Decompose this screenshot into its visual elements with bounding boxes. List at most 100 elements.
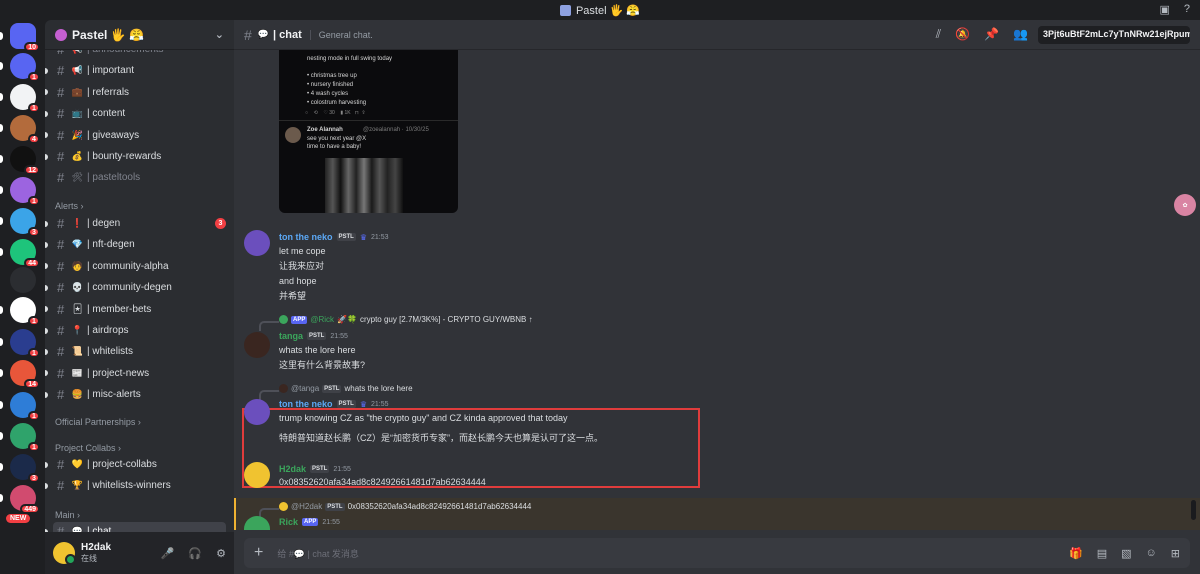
channel-category[interactable]: Official Partnerships › — [55, 417, 141, 427]
reply-author[interactable]: @tanga — [291, 384, 319, 393]
threads-icon[interactable]: ⫽ — [936, 27, 941, 42]
author-name[interactable]: ton the neko — [279, 232, 333, 242]
avatar[interactable] — [244, 462, 270, 488]
members-icon[interactable]: 👥 — [1013, 27, 1028, 42]
server-icon[interactable]: 1 — [0, 329, 40, 358]
gif-icon[interactable]: ▤ — [1097, 547, 1107, 560]
channel-topic[interactable]: General chat. — [309, 29, 373, 40]
avatar[interactable] — [244, 399, 270, 425]
avatar[interactable] — [244, 230, 270, 256]
reply-preview[interactable]: @tanga PSTL whats the lore here — [259, 384, 413, 400]
sticker-icon[interactable]: ▧ — [1121, 547, 1131, 560]
channel-item[interactable]: # 📍 | airdrops — [45, 321, 226, 340]
server-icon[interactable]: 1 — [0, 84, 40, 113]
search-input[interactable]: 3Pjt6uBtF2mLc7yTnNRw21ejRpump — [1038, 25, 1190, 44]
server-icon[interactable]: 14 — [0, 360, 40, 389]
mention-badge: 3 — [215, 218, 226, 229]
channel-item[interactable]: #📢| announcements — [53, 50, 226, 59]
message-composer[interactable]: + 给 #💬 | chat 发消息 🎁 ▤ ▧ ☺ ⊞ — [244, 538, 1190, 568]
server-icon[interactable]: 44 — [0, 239, 40, 268]
unread-pip — [45, 241, 48, 248]
unread-pip — [45, 132, 48, 139]
embed-bullet: • nursery finished — [307, 82, 354, 88]
channel-item[interactable]: # 📢 | important — [45, 61, 226, 80]
server-icon[interactable]: 1 — [0, 392, 40, 421]
inbox-icon[interactable]: ▣ — [1159, 3, 1169, 16]
gear-icon[interactable]: ⚙ — [216, 547, 226, 560]
channel-item[interactable]: # 📺 | content — [45, 104, 226, 123]
author-name[interactable]: tanga — [279, 331, 303, 341]
headphones-icon[interactable]: 🎧 — [188, 547, 202, 560]
channel-name: | nft-degen — [87, 239, 135, 251]
server-icon[interactable]: 449 — [0, 485, 40, 514]
channel-item[interactable]: # 💼 | referrals — [45, 83, 226, 102]
mention-badge: 14 — [24, 379, 40, 389]
channel-item[interactable]: # ❗ | degen 3 — [45, 214, 226, 233]
mic-muted-icon[interactable]: 🎤 — [161, 547, 175, 560]
guild-header[interactable]: Pastel 🖐 😤 ⌄ — [45, 20, 234, 50]
mention-badge: 1 — [28, 196, 40, 206]
server-icon[interactable]: 1 — [0, 423, 40, 452]
channel-item[interactable]: # 💎 | nft-degen — [45, 235, 226, 254]
channel-item[interactable]: # 💀 | community-degen — [45, 278, 226, 297]
emoji-icon[interactable]: ☺ — [1146, 547, 1157, 560]
avatar[interactable] — [244, 332, 270, 358]
pin-icon[interactable]: 📌 — [984, 27, 999, 42]
channel-item[interactable]: # 💰 | bounty-rewards — [45, 147, 226, 166]
channel-category[interactable]: Alerts › — [55, 201, 84, 211]
chevron-down-icon[interactable]: ⌄ — [215, 28, 224, 41]
server-icon[interactable]: 12 — [0, 146, 40, 175]
reply-preview[interactable]: APP @Rick 🚀🍀 crypto guy [2.7M/3K%] - CRY… — [259, 315, 533, 331]
guild-tag-badge[interactable]: PSTL — [336, 233, 356, 241]
server-icon[interactable]: 3 — [0, 208, 40, 237]
reply-preview[interactable]: @H2dak PSTL 0x08352620afa34ad8c824926614… — [258, 502, 531, 518]
apps-icon[interactable]: ⊞ — [1171, 547, 1180, 560]
hashtag-icon: # — [57, 478, 65, 494]
reply-author[interactable]: @Rick — [310, 315, 334, 324]
embedded-image[interactable]: nesting mode in full swing today • chris… — [279, 50, 458, 213]
channel-item[interactable]: # 🎉 | giveaways — [45, 126, 226, 145]
gift-icon[interactable]: 🎁 — [1069, 547, 1083, 560]
author-name[interactable]: H2dak — [279, 464, 306, 474]
help-icon[interactable]: ? — [1184, 3, 1190, 16]
add-attachment-icon[interactable]: + — [254, 544, 263, 562]
server-icon[interactable]: 1 — [0, 297, 40, 326]
avatar[interactable] — [53, 542, 76, 565]
channel-item[interactable]: # 🛠 | pasteltools — [53, 168, 226, 187]
channel-item[interactable]: # 🃏 | member-bets — [45, 300, 226, 319]
scrollbar-thumb[interactable] — [1191, 500, 1196, 520]
server-icon[interactable]: 1 — [0, 53, 40, 82]
reply-author[interactable]: @H2dak — [291, 502, 322, 511]
channel-name: | airdrops — [87, 325, 129, 336]
server-icon[interactable]: 10 — [0, 23, 40, 52]
channel-emoji-icon: 🎉 — [71, 129, 84, 140]
embed-actions: ○ ⟲ ♡ 30 ▮ 1K ⊓ ⇪ — [305, 110, 366, 116]
notification-bell-icon[interactable]: 🔕 — [955, 27, 970, 42]
channel-emoji-icon: 🃏 — [72, 303, 83, 314]
guild-tag-badge[interactable]: PSTL — [336, 400, 356, 408]
channel-name: | giveaways — [87, 129, 140, 141]
channel-item[interactable]: # 🍔 | misc-alerts — [45, 385, 226, 404]
author-name[interactable]: Rick — [279, 517, 298, 527]
message-input[interactable]: 给 #💬 | chat 发消息 — [277, 547, 359, 560]
channel-category[interactable]: Main › — [55, 510, 80, 520]
channel-category[interactable]: Project Collabs › — [55, 443, 121, 453]
hashtag-icon: # — [57, 524, 65, 532]
server-icon[interactable] — [10, 267, 36, 293]
message-text: and hope — [279, 276, 317, 286]
channel-item[interactable]: # 🏆 | whitelists-winners — [45, 476, 226, 495]
guild-tag-badge[interactable]: PSTL — [307, 332, 327, 340]
server-icon[interactable]: 1 — [0, 177, 40, 206]
server-icon[interactable]: 3 — [0, 454, 40, 483]
category-label: Official Partnerships — [55, 417, 136, 427]
channel-item[interactable]: # 📰 | project-news — [45, 364, 226, 383]
author-name[interactable]: ton the neko — [279, 399, 333, 409]
channel-item[interactable]: # 🧑 | community-alpha — [45, 257, 226, 276]
channel-item[interactable]: # 💛 | project-collabs — [45, 455, 226, 474]
floating-avatar[interactable]: ✿ — [1174, 194, 1196, 216]
guild-tag-badge[interactable]: PSTL — [310, 465, 330, 473]
new-badge[interactable]: NEW — [6, 514, 31, 523]
server-icon[interactable]: 4 — [0, 115, 40, 144]
channel-item[interactable]: # 💬 | chat — [45, 522, 226, 532]
channel-item[interactable]: # 📜 | whitelists — [45, 342, 226, 361]
